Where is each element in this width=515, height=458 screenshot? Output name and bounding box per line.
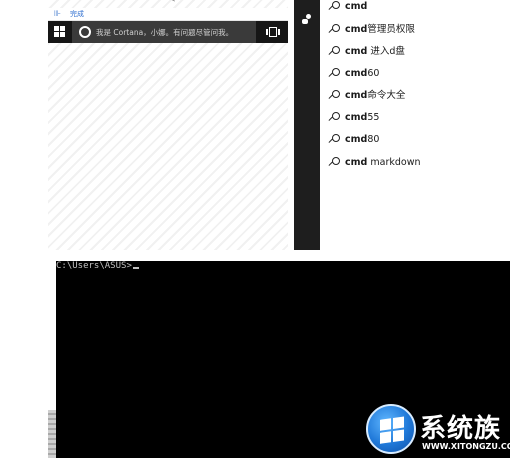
windows-logo-icon: [54, 26, 59, 31]
magnifier-icon: [328, 46, 340, 58]
window-edge: [48, 410, 56, 458]
suggestion-rest: 80: [367, 134, 380, 145]
magnifier-icon: [328, 112, 340, 124]
windows-logo-icon: [60, 32, 65, 37]
suggestion-bold: cmd: [345, 157, 368, 168]
suggestion-item[interactable]: cmd60: [326, 67, 515, 83]
watermark-name-cn: 系统族: [420, 414, 502, 444]
magnifier-icon: [328, 134, 340, 146]
windows-logo-icon: [380, 416, 406, 446]
task-view-button[interactable]: [266, 27, 280, 37]
cmd-line: C:\Users\ASUS>: [56, 261, 139, 271]
suggestion-bold: cmd: [345, 24, 368, 35]
taskbar: 我是 Cortana，小娜。有问题尽管问我。: [48, 21, 288, 43]
suggestion-bold: cmd: [345, 68, 368, 79]
suggestion-item[interactable]: cmd命令大全: [326, 89, 515, 105]
suggestion-item[interactable]: cmd80: [326, 133, 515, 149]
suggestion-item[interactable]: cmd: [326, 0, 515, 16]
cortana-search-box[interactable]: 我是 Cortana，小娜。有问题尽管问我。: [72, 21, 256, 43]
suggestion-bold: cmd: [345, 134, 368, 145]
search-sidebar: [294, 0, 320, 250]
windows-logo-icon: [60, 26, 65, 31]
magnifier-icon: [328, 24, 340, 36]
magnifier-icon: [328, 90, 340, 102]
suggestion-item[interactable]: cmd管理员权限: [326, 23, 515, 39]
suggestion-bold: cmd: [345, 90, 368, 101]
suggestion-rest: 命令大全: [367, 90, 406, 101]
suggestion-rest: 60: [367, 68, 380, 79]
expand-icon[interactable]: ⊪: [54, 9, 61, 18]
suggestion-item[interactable]: cmd markdown: [326, 156, 515, 172]
cortana-circle-icon: [79, 26, 91, 38]
suggestion-item[interactable]: cmd55: [326, 111, 515, 127]
logo-globe-icon: [366, 404, 416, 454]
windows-logo-icon: [54, 32, 59, 37]
suggestion-rest: markdown: [367, 157, 421, 168]
suggestion-bold: cmd: [345, 1, 368, 12]
desktop-preview: ✎ ⊪ 完成 我是 Cortana，小娜。有问题尽管问我。: [48, 0, 288, 250]
start-button[interactable]: [54, 26, 66, 38]
task-view-icon: [278, 29, 280, 35]
task-view-icon: [266, 29, 268, 35]
pin-icon: ✎: [170, 0, 176, 4]
status-strip: ⊪ 完成: [48, 8, 288, 21]
suggestion-rest: 进入d盘: [367, 46, 405, 57]
status-text: 完成: [70, 10, 84, 18]
suggestion-item[interactable]: cmd 进入d盘: [326, 45, 515, 61]
watermark-name-en: WWW.XITONGZU.COM: [422, 442, 515, 451]
magnifier-icon: [328, 68, 340, 80]
suggestion-bold: cmd: [345, 112, 368, 123]
magnifier-icon: [328, 1, 340, 13]
suggestion-rest: 管理员权限: [367, 24, 415, 35]
suggestion-bold: cmd: [345, 46, 368, 57]
text-cursor: [132, 267, 139, 269]
watermark-logo: 系统族 WWW.XITONGZU.COM: [366, 404, 515, 458]
suggestion-rest: 55: [367, 112, 380, 123]
task-view-icon: [269, 27, 277, 37]
search-placeholder: 我是 Cortana，小娜。有问题尽管问我。: [96, 28, 234, 37]
cmd-prompt: C:\Users\ASUS>: [56, 261, 132, 271]
magnifier-icon: [328, 157, 340, 169]
user-icon[interactable]: [302, 14, 312, 24]
suggestion-list: cmd cmd管理员权限 cmd 进入d盘 cmd60 cmd命令大全 cmd5…: [326, 0, 515, 250]
